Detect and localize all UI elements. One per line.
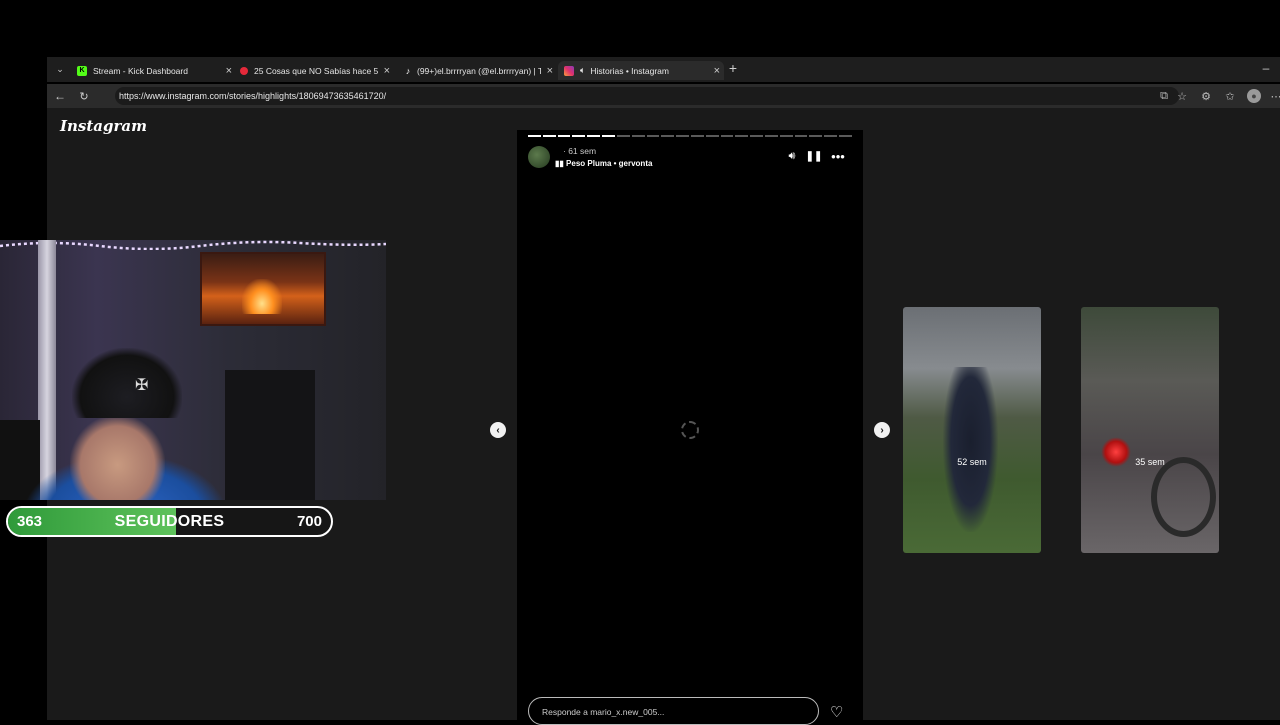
- story-progress-segment: [602, 135, 615, 137]
- webcam-person-cap: [72, 348, 182, 418]
- music-icon: ▮▮: [555, 159, 564, 168]
- story-progress-segment: [690, 135, 704, 137]
- story-progress-bar: [528, 135, 852, 137]
- reply-placeholder: Responde a mario_x.new_005...: [542, 707, 665, 717]
- story-progress-segment: [765, 135, 778, 137]
- story-progress-segment: [779, 135, 793, 137]
- tab-title: 25 Cosas que NO Sabías hace 5 m: [254, 65, 378, 76]
- close-tab-icon[interactable]: ×: [226, 65, 232, 77]
- kick-icon: K: [77, 65, 87, 76]
- thumbnail-wheel: [1151, 457, 1216, 537]
- previous-story-arrow-icon[interactable]: ‹: [490, 422, 506, 438]
- story-timestamp: · 61 sem: [563, 146, 597, 156]
- minimize-button[interactable]: –: [1259, 61, 1273, 75]
- volume-icon[interactable]: 🔊︎: [785, 149, 799, 163]
- more-menu-icon[interactable]: ⋯: [1269, 89, 1280, 103]
- webcam-overlay: ✠: [0, 240, 386, 500]
- story-progress-segment: [616, 135, 630, 137]
- story-progress-segment: [824, 135, 838, 137]
- thumbnail-age: 35 sem: [1135, 457, 1165, 467]
- back-icon[interactable]: ←: [53, 89, 67, 103]
- tab-title: Stream - Kick Dashboard: [93, 65, 188, 76]
- webcam-person-face: [70, 415, 165, 500]
- cap-cross-icon: ✠: [135, 377, 149, 394]
- tiktok-icon: ♪: [405, 65, 411, 76]
- story-viewer[interactable]: · 61 sem ▮▮ Peso Pluma • gervonta 🔊︎ ❚❚ …: [517, 130, 863, 720]
- story-progress-segment: [705, 135, 719, 137]
- instagram-logo[interactable]: Instagram: [60, 117, 147, 135]
- speaker-icon[interactable]: 🔈︎: [580, 65, 585, 76]
- new-tab-button[interactable]: +: [726, 60, 740, 76]
- story-progress-segment: [676, 135, 689, 137]
- tab-kick[interactable]: K Stream - Kick Dashboard ×: [77, 61, 232, 80]
- loading-spinner-icon: [681, 421, 699, 439]
- story-music[interactable]: ▮▮ Peso Pluma • gervonta: [555, 159, 652, 168]
- story-progress-segment: [735, 135, 749, 137]
- story-music-text: Peso Pluma • gervonta: [566, 159, 653, 168]
- tab-youtube[interactable]: 25 Cosas que NO Sabías hace 5 m ×: [240, 61, 390, 80]
- led-lights: [0, 240, 386, 250]
- tab-list-chevron-icon[interactable]: ⌄: [53, 62, 67, 76]
- story-progress-segment: [587, 135, 601, 137]
- story-preview-thumbnail[interactable]: 52 sem: [903, 307, 1041, 553]
- extensions-icon[interactable]: ⚙: [1199, 89, 1213, 103]
- webcam-cabinet: [225, 370, 315, 500]
- like-heart-icon[interactable]: ♡: [830, 703, 843, 721]
- tab-instagram[interactable]: 🔈︎ Historias • Instagram ×: [558, 61, 724, 80]
- youtube-icon: [240, 66, 248, 75]
- next-story-arrow-icon[interactable]: ›: [874, 422, 890, 438]
- story-progress-segment: [794, 135, 808, 137]
- story-progress-segment: [750, 135, 763, 137]
- reload-icon[interactable]: ↻: [77, 89, 91, 103]
- story-progress-segment: [661, 135, 675, 137]
- more-options-icon[interactable]: •••: [831, 149, 845, 164]
- story-progress-segment: [809, 135, 823, 137]
- favorite-star-icon[interactable]: ☆: [1175, 89, 1189, 103]
- address-bar-row: ← ↻ https://www.instagram.com/stories/hi…: [47, 84, 1280, 108]
- follower-goal-bar: 363 SEGUIDORES 700: [6, 506, 333, 537]
- tab-tiktok[interactable]: ♪ (99+)el.brrrryan (@el.brrrryan) | Ti ×: [403, 61, 553, 80]
- pause-icon[interactable]: ❚❚: [806, 149, 823, 163]
- open-in-app-icon[interactable]: ⧉: [1157, 89, 1171, 103]
- story-progress-segment: [631, 135, 645, 137]
- close-tab-icon[interactable]: ×: [547, 65, 553, 77]
- tab-title: Historias • Instagram: [590, 65, 669, 76]
- thumbnail-figure: [943, 367, 998, 532]
- story-progress-segment: [646, 135, 660, 137]
- story-progress-segment: [557, 135, 571, 137]
- tab-strip: ⌄ K Stream - Kick Dashboard × 25 Cosas q…: [47, 57, 1280, 82]
- url-text: https://www.instagram.com/stories/highli…: [119, 91, 387, 101]
- profile-avatar-icon[interactable]: ●: [1247, 89, 1261, 103]
- close-tab-icon[interactable]: ×: [384, 65, 390, 77]
- story-preview-thumbnail[interactable]: 35 sem: [1081, 307, 1219, 553]
- favorites-icon[interactable]: ✩: [1223, 89, 1237, 103]
- story-progress-segment: [720, 135, 734, 137]
- thumbnail-age: 52 sem: [957, 457, 987, 467]
- story-progress-segment: [542, 135, 556, 137]
- story-time-text: 61 sem: [568, 146, 597, 156]
- followers-goal: 700: [296, 513, 322, 530]
- story-progress-segment: [839, 135, 852, 137]
- webcam-fireplace-tv: [200, 252, 326, 326]
- reply-input[interactable]: Responde a mario_x.new_005...: [528, 697, 819, 725]
- url-field[interactable]: https://www.instagram.com/stories/highli…: [115, 87, 1179, 105]
- followers-label: SEGUIDORES: [114, 513, 225, 530]
- tab-title: (99+)el.brrrryan (@el.brrrryan) | Ti: [417, 65, 541, 76]
- story-avatar[interactable]: [528, 146, 550, 168]
- instagram-icon: [564, 65, 574, 76]
- story-progress-segment: [572, 135, 586, 137]
- story-progress-segment: [528, 135, 541, 137]
- close-tab-icon[interactable]: ×: [714, 65, 720, 77]
